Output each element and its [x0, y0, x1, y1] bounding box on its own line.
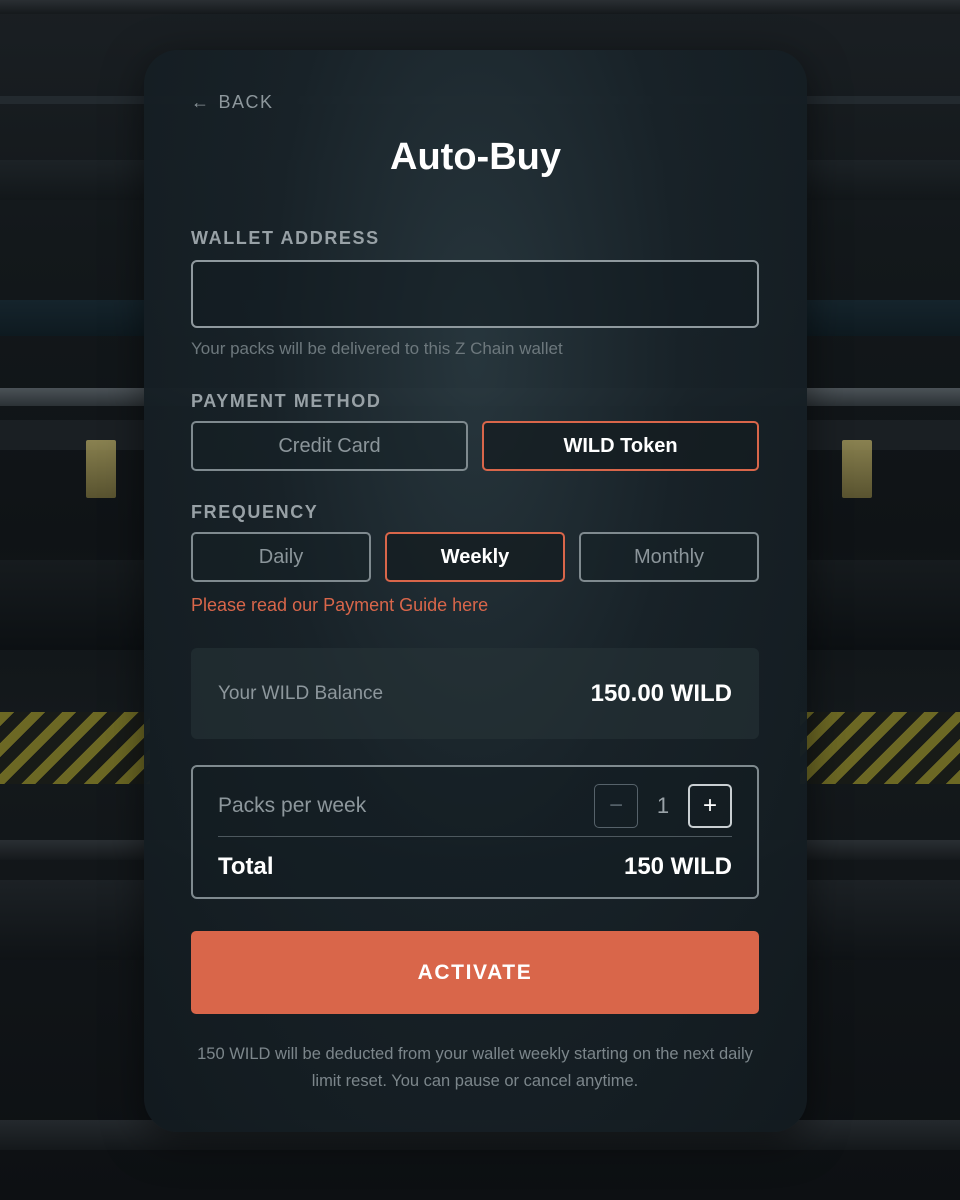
balance-label: Your WILD Balance — [218, 682, 384, 704]
payment-option-credit-card[interactable]: Credit Card — [191, 421, 468, 471]
increment-button[interactable]: + — [688, 784, 732, 828]
divider — [218, 836, 732, 837]
total-value: 150 WILD — [623, 853, 732, 880]
deduction-notice: 150 WILD will be deducted from your wall… — [197, 1045, 753, 1090]
activate-button[interactable]: ACTIVATE — [191, 931, 759, 1014]
auto-buy-modal: ← BACK Auto-Buy WALLET ADDRESS Your pack… — [144, 50, 807, 1132]
plus-icon: + — [702, 792, 717, 819]
wallet-hint: Your packs will be delivered to this Z C… — [191, 339, 563, 358]
wallet-address-label: WALLET ADDRESS — [191, 228, 380, 248]
frequency-option-daily[interactable]: Daily — [191, 532, 371, 582]
order-summary: Packs per week − 1 + Total 150 WILD — [191, 765, 759, 899]
decrement-button[interactable]: − — [594, 784, 638, 828]
quantity-stepper: − 1 + — [594, 784, 732, 828]
wild-balance-panel: Your WILD Balance 150.00 WILD — [191, 648, 759, 739]
balance-value: 150.00 WILD — [590, 679, 732, 707]
total-label: Total — [218, 853, 274, 880]
minus-icon: − — [608, 792, 623, 819]
payment-method-label: PAYMENT METHOD — [191, 391, 382, 411]
quantity-value: 1 — [656, 793, 670, 818]
page-title: Auto-Buy — [390, 136, 561, 178]
payment-option-wild-token[interactable]: WILD Token — [482, 421, 759, 471]
wallet-address-input[interactable] — [191, 260, 759, 328]
frequency-label: FREQUENCY — [191, 502, 319, 522]
frequency-option-monthly[interactable]: Monthly — [579, 532, 759, 582]
packs-per-week-label: Packs per week — [218, 794, 367, 817]
back-button[interactable]: ← BACK — [191, 92, 274, 113]
arrow-left-icon: ← — [191, 92, 211, 112]
payment-guide-link[interactable]: Please read our Payment Guide here — [191, 595, 488, 616]
back-label: BACK — [218, 92, 274, 112]
frequency-option-weekly[interactable]: Weekly — [385, 532, 565, 582]
